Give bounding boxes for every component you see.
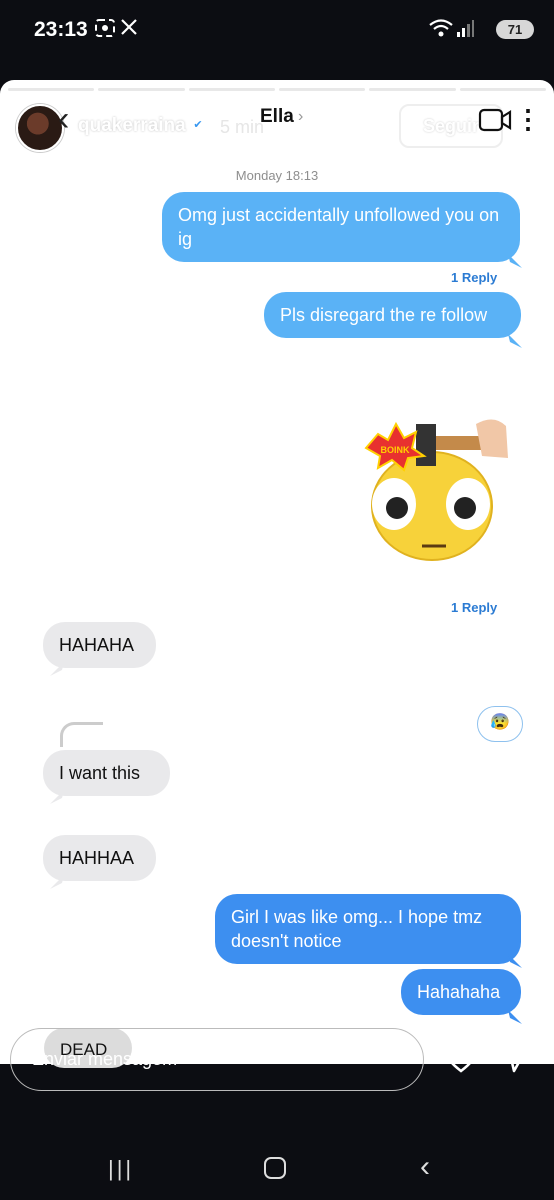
story-progress bbox=[8, 88, 546, 91]
message-sent: Hahahaha bbox=[401, 969, 521, 1015]
recent-apps-icon[interactable]: ||| bbox=[108, 1156, 134, 1182]
story-time: 5 min bbox=[220, 117, 265, 137]
x-icon bbox=[120, 18, 138, 42]
sticker-emoji[interactable]: BOINK bbox=[364, 404, 512, 564]
battery-indicator: 71 bbox=[496, 20, 534, 39]
chat-date: Monday 18:13 bbox=[235, 168, 319, 183]
bubble-tail bbox=[50, 662, 64, 676]
message-sent: Omg just accidentally unfollowed you on … bbox=[162, 192, 520, 262]
bubble-tail bbox=[508, 254, 522, 268]
home-icon[interactable] bbox=[264, 1157, 286, 1179]
story-viewer[interactable]: ‹ quakerraina ✔ 5 min Ella › Seguir ⋮ Mo… bbox=[0, 80, 554, 1064]
bubble-tail bbox=[508, 1010, 522, 1024]
story-username[interactable]: quakerraina bbox=[78, 115, 186, 137]
verified-icon: ✔ bbox=[190, 117, 206, 133]
reply-indicator bbox=[60, 722, 103, 747]
reply-count[interactable]: 1 Reply bbox=[451, 600, 497, 615]
screenshot-icon bbox=[94, 18, 116, 44]
message-sent: Pls disregard the re follow bbox=[264, 292, 521, 338]
clock: 23:13 bbox=[34, 18, 88, 41]
reaction-bubble[interactable]: 😰 bbox=[477, 706, 523, 742]
bubble-tail bbox=[508, 954, 522, 968]
signal-icon bbox=[456, 18, 474, 44]
status-bar: 23:13 71 bbox=[0, 0, 554, 64]
bubble-tail bbox=[50, 875, 64, 889]
bubble-tail bbox=[50, 790, 64, 804]
send-icon[interactable] bbox=[498, 1043, 530, 1078]
bubble-tail bbox=[508, 334, 522, 348]
avatar[interactable] bbox=[16, 104, 64, 152]
message-input-placeholder[interactable]: Enviar mensagem bbox=[32, 1049, 177, 1070]
reply-count[interactable]: 1 Reply bbox=[451, 270, 497, 285]
wifi-icon bbox=[428, 18, 454, 44]
chevron-right-icon: › bbox=[298, 108, 304, 125]
back-icon[interactable]: ‹ bbox=[58, 102, 69, 136]
more-options-icon[interactable]: ⋮ bbox=[515, 106, 541, 132]
chat-contact-name: Ella bbox=[260, 106, 294, 127]
sticker-caption: BOINK bbox=[381, 445, 411, 455]
message-sent: Girl I was like omg... I hope tmz doesn'… bbox=[215, 894, 521, 964]
video-call-icon bbox=[478, 107, 512, 138]
heart-icon[interactable] bbox=[444, 1043, 478, 1078]
back-nav-icon[interactable]: ‹ bbox=[420, 1150, 430, 1184]
